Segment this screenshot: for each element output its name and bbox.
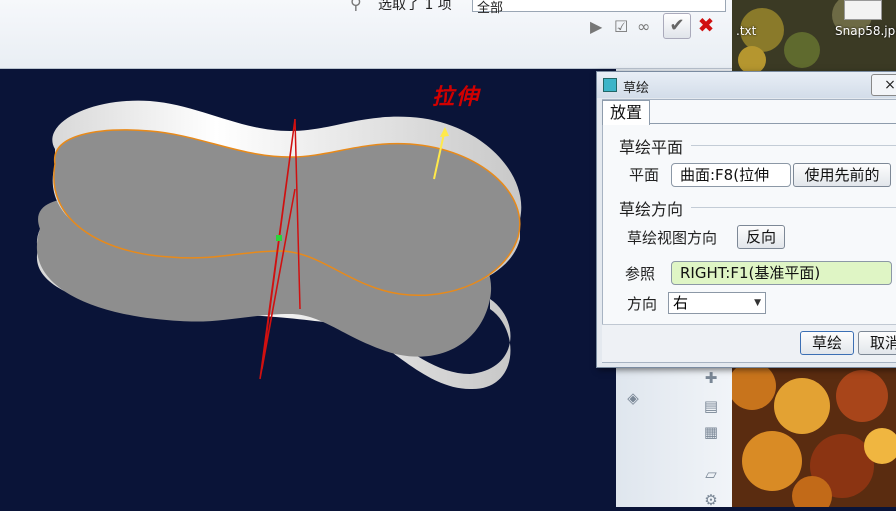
csys-marker xyxy=(276,235,282,241)
flip-button[interactable]: 反向 xyxy=(737,225,785,249)
clipboard-icon[interactable]: ▤ xyxy=(702,397,720,415)
direction-select-value: 右 xyxy=(673,294,689,312)
selection-count-label: 选取了 1 项 xyxy=(378,0,452,13)
desktop-file-snap58[interactable]: Snap58.jpg xyxy=(835,24,896,38)
section-sketch-plane: 草绘平面 xyxy=(619,138,684,157)
pause-play-icon[interactable]: ▶ xyxy=(590,17,602,36)
tab-divider xyxy=(649,123,896,124)
graphics-viewport[interactable] xyxy=(0,69,616,507)
sketch-dialog: 草绘 × 放置 草绘平面 平面 曲面:F8(拉伸 使用先前的 草绘方向 草绘视图… xyxy=(596,71,896,368)
checkbox-icon[interactable]: ☑ xyxy=(614,17,628,36)
filter-icon: ⚲ xyxy=(350,0,362,13)
divider xyxy=(691,207,896,208)
reference-field[interactable]: RIGHT:F1(基准平面) xyxy=(671,261,892,285)
preview-glasses-icon[interactable]: ∞ xyxy=(637,17,650,36)
reference-label: 参照 xyxy=(625,265,656,283)
tab-placement[interactable]: 放置 xyxy=(602,100,650,125)
selection-filter-field[interactable]: 全部 xyxy=(472,0,726,16)
direction-label: 方向 xyxy=(627,295,658,313)
dialog-app-icon xyxy=(603,78,617,92)
divider xyxy=(691,145,896,146)
direction-select[interactable]: 右 ▼ xyxy=(668,292,766,314)
dialog-title: 草绘 xyxy=(623,81,650,96)
section-sketch-orientation: 草绘方向 xyxy=(619,200,684,219)
desktop-file-txt[interactable]: .txt xyxy=(736,24,756,38)
dialog-titlebar[interactable]: 草绘 × xyxy=(597,72,896,98)
chevron-down-icon: ▼ xyxy=(754,298,761,308)
dialog-close-button[interactable]: × xyxy=(871,74,896,96)
file-thumbnail[interactable] xyxy=(844,0,882,20)
cancel-x-button[interactable]: ✖ xyxy=(694,13,718,37)
settings-tool-icon[interactable]: ⚙ xyxy=(702,491,720,509)
extruded-model xyxy=(36,100,522,390)
add-icon[interactable]: ✚ xyxy=(702,369,720,387)
ok-check-button[interactable]: ✔ xyxy=(663,13,691,39)
table-icon[interactable]: ▦ xyxy=(702,423,720,441)
cancel-button[interactable]: 取消 xyxy=(858,331,896,355)
sketch-tool-icon[interactable]: ▱ xyxy=(702,465,720,483)
annotation-extrude: 拉伸 xyxy=(432,84,481,110)
plane-field[interactable]: 曲面:F8(拉伸 xyxy=(671,163,791,187)
plane-label: 平面 xyxy=(629,166,660,184)
dashboard-toolbar: ⚲ 选取了 1 项 全部 ▶ ☑ ∞ ✔ ✖ xyxy=(0,0,732,69)
use-previous-button[interactable]: 使用先前的 xyxy=(793,163,891,187)
view-direction-label: 草绘视图方向 xyxy=(627,229,718,247)
tag-icon[interactable]: ◈ xyxy=(624,389,642,407)
sketch-button[interactable]: 草绘 xyxy=(800,331,854,355)
desktop-photo-autumn xyxy=(732,366,896,507)
